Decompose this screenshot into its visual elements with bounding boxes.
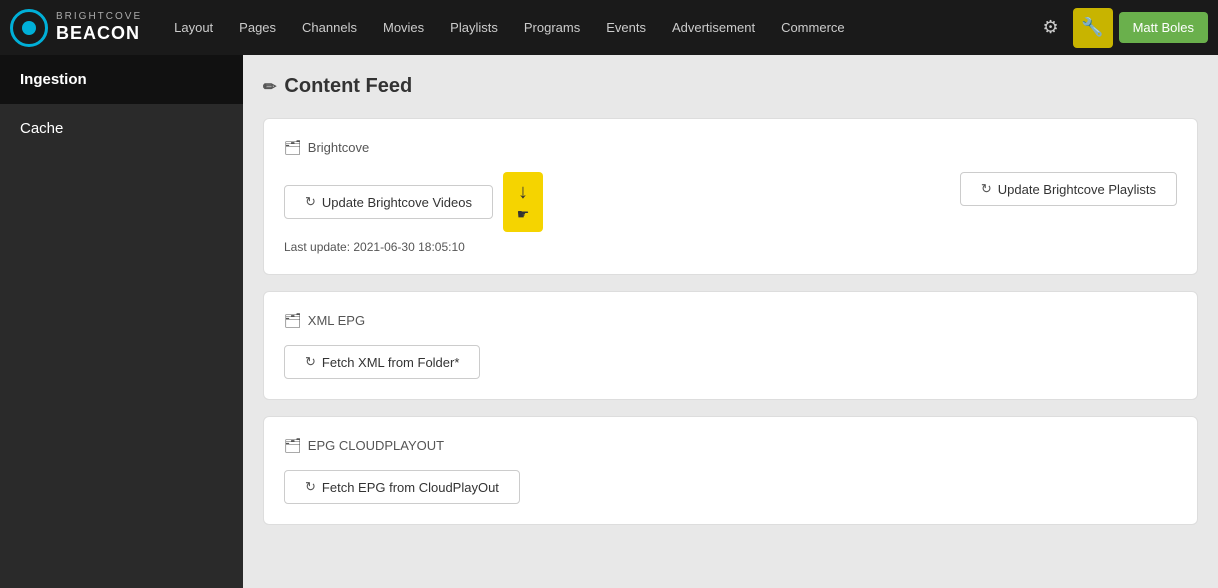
sidebar-item-cache[interactable]: Cache <box>0 104 243 153</box>
brightcove-btn-line: ↻ Update Brightcove Videos ↓ ☛ <box>284 172 543 232</box>
fetch-xml-label: Fetch XML from Folder* <box>322 355 460 370</box>
epg-cloudplayout-btn-row: ↻ Fetch EPG from CloudPlayOut <box>284 470 1177 504</box>
folder-icon-brightcove: 🗂 <box>284 139 302 156</box>
wrench-icon[interactable]: 🔧 <box>1073 8 1113 48</box>
logo-circle <box>10 9 48 47</box>
cursor-icon: ☛ <box>517 206 530 223</box>
pencil-icon: ✏ <box>263 77 276 97</box>
nav-pages[interactable]: Pages <box>227 12 288 43</box>
fetch-epg-button[interactable]: ↻ Fetch EPG from CloudPlayOut <box>284 470 520 504</box>
download-icon: ↓ <box>518 181 528 204</box>
page-title: ✏ Content Feed <box>263 75 1198 98</box>
nav-icon-area: ⚙ 🔧 Matt Boles <box>1031 8 1208 48</box>
fetch-epg-label: Fetch EPG from CloudPlayOut <box>322 480 499 495</box>
brightcove-label-text: Brightcove <box>308 140 369 155</box>
yellow-download-button[interactable]: ↓ ☛ <box>503 172 543 232</box>
brightcove-label: 🗂 Brightcove <box>284 139 1177 156</box>
sidebar-item-ingestion[interactable]: Ingestion <box>0 55 243 104</box>
refresh-icon-videos: ↻ <box>305 194 316 210</box>
main-layout: Ingestion Cache ✏ Content Feed 🗂 Brightc… <box>0 55 1218 588</box>
user-menu-button[interactable]: Matt Boles <box>1119 12 1208 43</box>
refresh-icon-xml: ↻ <box>305 354 316 370</box>
brightcove-left-btns: ↻ Update Brightcove Videos ↓ ☛ Last upda… <box>284 172 543 254</box>
refresh-icon-epg: ↻ <box>305 479 316 495</box>
logo-text: brightcove BEACON <box>56 11 142 45</box>
brightcove-section: 🗂 Brightcove ↻ Update Brightcove Videos … <box>263 118 1198 275</box>
top-navigation: brightcove BEACON Layout Pages Channels … <box>0 0 1218 55</box>
sidebar: Ingestion Cache <box>0 55 243 588</box>
nav-channels[interactable]: Channels <box>290 12 369 43</box>
folder-icon-xml-epg: 🗂 <box>284 312 302 329</box>
epg-cloudplayout-section: 🗂 EPG CLOUDPLAYOUT ↻ Fetch EPG from Clou… <box>263 416 1198 525</box>
nav-links: Layout Pages Channels Movies Playlists P… <box>162 12 1030 43</box>
fetch-xml-button[interactable]: ↻ Fetch XML from Folder* <box>284 345 480 379</box>
nav-advertisement[interactable]: Advertisement <box>660 12 767 43</box>
brightcove-btn-row: ↻ Update Brightcove Videos ↓ ☛ Last upda… <box>284 172 1177 254</box>
xml-epg-label-text: XML EPG <box>308 313 365 328</box>
folder-icon-epg-cloudplayout: 🗂 <box>284 437 302 454</box>
logo[interactable]: brightcove BEACON <box>10 9 142 47</box>
nav-commerce[interactable]: Commerce <box>769 12 857 43</box>
update-videos-label: Update Brightcove Videos <box>322 195 472 210</box>
logo-inner-dot <box>22 21 36 35</box>
update-playlists-button[interactable]: ↻ Update Brightcove Playlists <box>960 172 1177 206</box>
update-videos-button[interactable]: ↻ Update Brightcove Videos <box>284 185 493 219</box>
last-update-text: Last update: 2021-06-30 18:05:10 <box>284 240 543 254</box>
epg-cloudplayout-label: 🗂 EPG CLOUDPLAYOUT <box>284 437 1177 454</box>
content-area: ✏ Content Feed 🗂 Brightcove ↻ Update Bri… <box>243 55 1218 588</box>
nav-movies[interactable]: Movies <box>371 12 436 43</box>
xml-epg-btn-row: ↻ Fetch XML from Folder* <box>284 345 1177 379</box>
nav-programs[interactable]: Programs <box>512 12 592 43</box>
nav-playlists[interactable]: Playlists <box>438 12 510 43</box>
page-title-text: Content Feed <box>284 75 412 98</box>
nav-layout[interactable]: Layout <box>162 12 225 43</box>
xml-epg-section: 🗂 XML EPG ↻ Fetch XML from Folder* <box>263 291 1198 400</box>
xml-epg-label: 🗂 XML EPG <box>284 312 1177 329</box>
update-playlists-label: Update Brightcove Playlists <box>998 182 1156 197</box>
refresh-icon-playlists: ↻ <box>981 181 992 197</box>
nav-events[interactable]: Events <box>594 12 658 43</box>
settings-icon[interactable]: ⚙ <box>1031 8 1071 48</box>
brightcove-right-btn: ↻ Update Brightcove Playlists <box>960 172 1177 206</box>
epg-cloudplayout-label-text: EPG CLOUDPLAYOUT <box>308 438 444 453</box>
